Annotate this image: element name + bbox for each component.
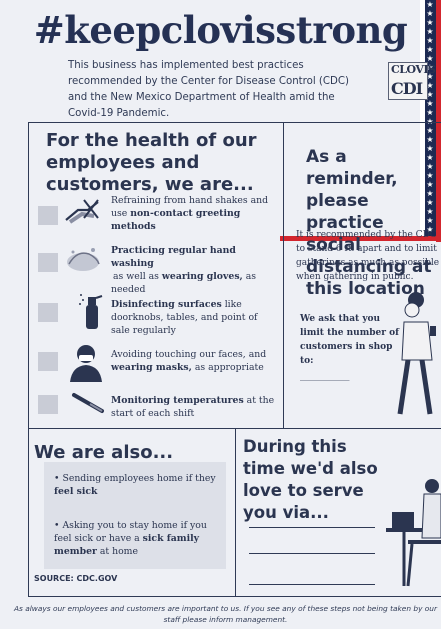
footer-note: As always our employees and customers ar… (13, 604, 438, 624)
row-box (38, 253, 58, 272)
health-heading: For the health of our employees and cust… (46, 130, 257, 195)
reminder-ask: We ask that you limit the number of cust… (300, 314, 400, 366)
divider-left (28, 122, 29, 596)
logo-line1: CLOVIS (391, 63, 436, 76)
health-item-4: Avoiding touching our faces, and wearing… (111, 349, 267, 373)
serve-blank-1 (249, 527, 375, 528)
health-item-5: Monitoring temperatures at the start of … (111, 395, 275, 419)
divider-vertical-bottom (235, 428, 236, 596)
row-box (38, 352, 58, 371)
also-item-2: • Asking you to stay home if you feel si… (54, 520, 207, 557)
no-handshake-icon (64, 196, 102, 226)
woman-phone-illustration (396, 290, 441, 418)
health-item-3: Disinfecting surfaces like doorknobs, ta… (111, 299, 258, 336)
also-item-1: • Sending employees home if they feel si… (54, 473, 216, 497)
row-box (38, 303, 58, 322)
health-item-1: Refraining from hand shakes and use non-… (111, 195, 269, 232)
source-label: SOURCE: CDC.GOV (34, 574, 118, 583)
face-mask-icon (68, 342, 104, 382)
laptop-person-illustration (378, 478, 441, 588)
serve-blank-2 (249, 553, 375, 554)
row-box (38, 395, 58, 414)
divider-top (28, 122, 441, 123)
logo-line2: CDI (391, 79, 423, 98)
serve-blank-3 (249, 584, 375, 585)
divider-bottom (28, 596, 441, 597)
clovis-logo: CLOVIS CDI (388, 62, 436, 100)
serve-heading: During this time we'd also love to serve… (243, 437, 378, 522)
intro-text: This business has implemented best pract… (68, 60, 349, 119)
row-box (38, 206, 58, 225)
thermometer-icon (70, 389, 106, 415)
hand-washing-icon (63, 244, 103, 274)
spray-bottle-icon (78, 291, 104, 331)
reminder-body: It is recommended by the CDC to stand 6 … (296, 230, 440, 282)
also-heading: We are also... (34, 442, 174, 463)
health-item-2: Practicing regular hand washing as well … (111, 245, 257, 295)
divider-vertical-top (283, 122, 284, 428)
customer-limit-blank: ___________ (300, 371, 350, 381)
page-title: #keepclovisstrong (33, 8, 408, 52)
